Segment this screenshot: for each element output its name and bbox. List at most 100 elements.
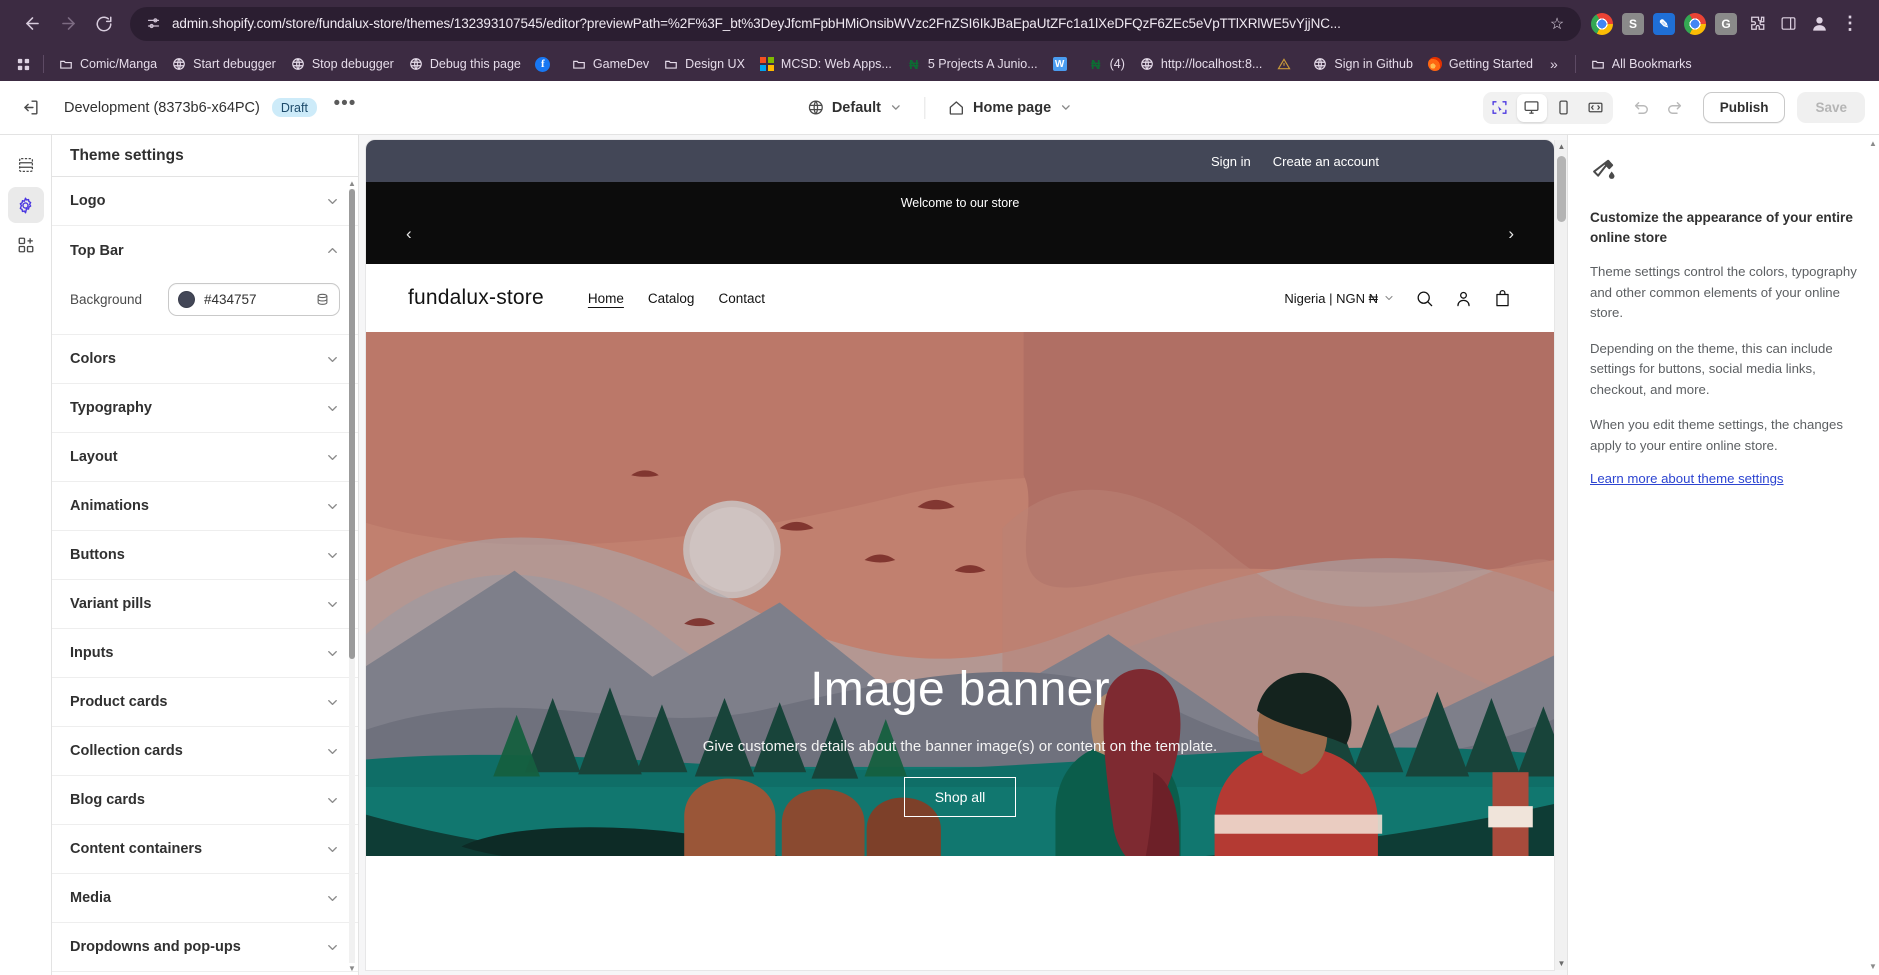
store-preview-frame[interactable]: Sign in Create an account Welcome to our…: [366, 140, 1554, 970]
account-icon[interactable]: [1454, 289, 1473, 308]
info-panel-scrollbar[interactable]: ▲ ▼: [1869, 139, 1877, 971]
settings-group-buttons[interactable]: Buttons: [52, 531, 358, 580]
bookmark-item[interactable]: GameDev: [564, 53, 656, 75]
hero-shop-all-button[interactable]: Shop all: [903, 777, 1017, 818]
reload-icon[interactable]: [86, 6, 122, 42]
bookmarks-overflow-button[interactable]: »: [1540, 56, 1568, 72]
hero-image-banner[interactable]: Image banner Give customers details abou…: [366, 332, 1554, 856]
url-text: admin.shopify.com/store/fundalux-store/t…: [172, 16, 1341, 31]
sidebar-item-apps[interactable]: [8, 227, 44, 263]
scrollbar-thumb[interactable]: [349, 189, 355, 659]
store-nav-home[interactable]: Home: [588, 291, 624, 306]
settings-group-collection-cards[interactable]: Collection cards: [52, 727, 358, 776]
settings-group-variant-pills[interactable]: Variant pills: [52, 580, 358, 629]
bookmark-item[interactable]: http://localhost:8...: [1132, 53, 1269, 75]
forward-arrow-icon[interactable]: [50, 6, 86, 42]
bookmark-star-icon[interactable]: ☆: [1545, 14, 1569, 34]
page-selector[interactable]: Home page: [937, 93, 1082, 123]
search-icon[interactable]: [1415, 289, 1434, 308]
browser-chrome: admin.shopify.com/store/fundalux-store/t…: [0, 0, 1879, 81]
undo-icon[interactable]: [1627, 93, 1657, 123]
cart-icon[interactable]: [1493, 289, 1512, 308]
bookmark-item[interactable]: Start debugger: [164, 53, 283, 75]
scroll-down-arrow-icon[interactable]: ▼: [348, 964, 356, 973]
bookmark-item[interactable]: ₦ 5 Projects A Junio...: [899, 53, 1045, 75]
back-arrow-icon[interactable]: [14, 6, 50, 42]
view-mode-group: [1482, 91, 1613, 124]
settings-group-logo[interactable]: Logo: [52, 177, 358, 226]
bookmark-item[interactable]: Stop debugger: [283, 53, 401, 75]
scroll-up-arrow-icon[interactable]: ▲: [348, 179, 356, 188]
inspector-toggle-button[interactable]: [1485, 94, 1515, 122]
database-icon[interactable]: [315, 292, 330, 307]
profile-avatar-icon[interactable]: [1808, 13, 1830, 35]
address-bar[interactable]: admin.shopify.com/store/fundalux-store/t…: [130, 6, 1581, 41]
settings-group-layout[interactable]: Layout: [52, 433, 358, 482]
sidebar-toggle-icon[interactable]: [1777, 13, 1799, 35]
settings-group-dropdowns-and-popups[interactable]: Dropdowns and pop-ups: [52, 923, 358, 972]
store-nav-catalog[interactable]: Catalog: [648, 291, 695, 306]
facebook-icon: f: [535, 56, 551, 72]
settings-group-top-bar[interactable]: Top Bar: [52, 226, 358, 275]
bookmark-item[interactable]: Getting Started: [1420, 53, 1540, 75]
save-button[interactable]: Save: [1797, 92, 1865, 123]
settings-group-blog-cards[interactable]: Blog cards: [52, 776, 358, 825]
bookmark-item[interactable]: MCSD: Web Apps...: [752, 53, 899, 75]
settings-group-animations[interactable]: Animations: [52, 482, 358, 531]
exit-editor-button[interactable]: [14, 92, 46, 124]
bookmark-item[interactable]: ₦ (4): [1081, 53, 1132, 75]
editor-toolbar: Development (8373b6-x64PC) Draft ••• Def…: [0, 81, 1879, 135]
full-width-view-button[interactable]: [1581, 94, 1611, 122]
announcement-prev-button[interactable]: ‹: [406, 224, 412, 244]
chrome-extension-icon[interactable]: [1591, 12, 1613, 35]
bookmark-item[interactable]: Comic/Manga: [51, 53, 164, 75]
mobile-view-button[interactable]: [1549, 94, 1579, 122]
settings-group-colors[interactable]: Colors: [52, 335, 358, 384]
settings-group-typography[interactable]: Typography: [52, 384, 358, 433]
bookmark-item[interactable]: Sign in Github: [1305, 53, 1420, 75]
learn-more-link[interactable]: Learn more about theme settings: [1590, 471, 1784, 486]
store-sign-in-link[interactable]: Sign in: [1211, 154, 1251, 169]
grammar-extension-icon[interactable]: G: [1715, 12, 1737, 35]
store-create-account-link[interactable]: Create an account: [1273, 154, 1379, 169]
publish-button[interactable]: Publish: [1702, 92, 1786, 123]
bookmark-item[interactable]: f: [528, 53, 564, 75]
currency-selector[interactable]: Nigeria | NGN ₦: [1284, 291, 1395, 306]
sidebar-item-theme-settings[interactable]: [7, 187, 44, 223]
desktop-view-button[interactable]: [1516, 93, 1547, 122]
site-settings-icon[interactable]: [142, 13, 164, 35]
color-swatch[interactable]: [178, 291, 195, 308]
store-nav-contact[interactable]: Contact: [718, 291, 765, 306]
scroll-up-arrow-icon[interactable]: ▲: [1869, 139, 1877, 148]
chevron-down-icon: [325, 891, 340, 906]
settings-panel-scrollbar[interactable]: ▲ ▼: [348, 179, 356, 973]
announcement-next-button[interactable]: ›: [1508, 224, 1514, 244]
more-actions-button[interactable]: •••: [331, 93, 359, 122]
colorzilla-extension-icon[interactable]: [1684, 12, 1706, 35]
editor-sidebar-rail: [0, 135, 52, 975]
notes-extension-icon[interactable]: ✎: [1653, 12, 1675, 35]
redo-icon[interactable]: [1659, 93, 1689, 123]
sidebar-item-sections[interactable]: [8, 147, 44, 183]
background-color-input[interactable]: #434757: [168, 283, 340, 316]
settings-group-media[interactable]: Media: [52, 874, 358, 923]
settings-group-content-containers[interactable]: Content containers: [52, 825, 358, 874]
apps-grid-icon[interactable]: [10, 57, 36, 72]
scrollbar-thumb[interactable]: [1557, 156, 1566, 222]
chevron-down-icon: [889, 101, 902, 114]
scroll-down-arrow-icon[interactable]: ▼: [1869, 962, 1877, 971]
store-logo[interactable]: fundalux-store: [408, 286, 544, 310]
bookmark-item[interactable]: Debug this page: [401, 53, 528, 75]
preview-scrollbar[interactable]: ▲ ▼: [1554, 140, 1567, 970]
bookmark-item[interactable]: Design UX: [656, 53, 752, 75]
bookmark-item[interactable]: [1269, 53, 1305, 75]
s-extension-icon[interactable]: S: [1622, 12, 1644, 35]
locale-selector[interactable]: Default: [797, 93, 912, 122]
extensions-puzzle-icon[interactable]: [1746, 13, 1768, 35]
all-bookmarks-button[interactable]: All Bookmarks: [1583, 53, 1699, 75]
bookmark-item[interactable]: W: [1045, 53, 1081, 75]
store-header: fundalux-store Home Catalog Contact Nige…: [366, 264, 1554, 332]
browser-menu-icon[interactable]: ⋮: [1839, 13, 1861, 35]
settings-group-inputs[interactable]: Inputs: [52, 629, 358, 678]
settings-group-product-cards[interactable]: Product cards: [52, 678, 358, 727]
